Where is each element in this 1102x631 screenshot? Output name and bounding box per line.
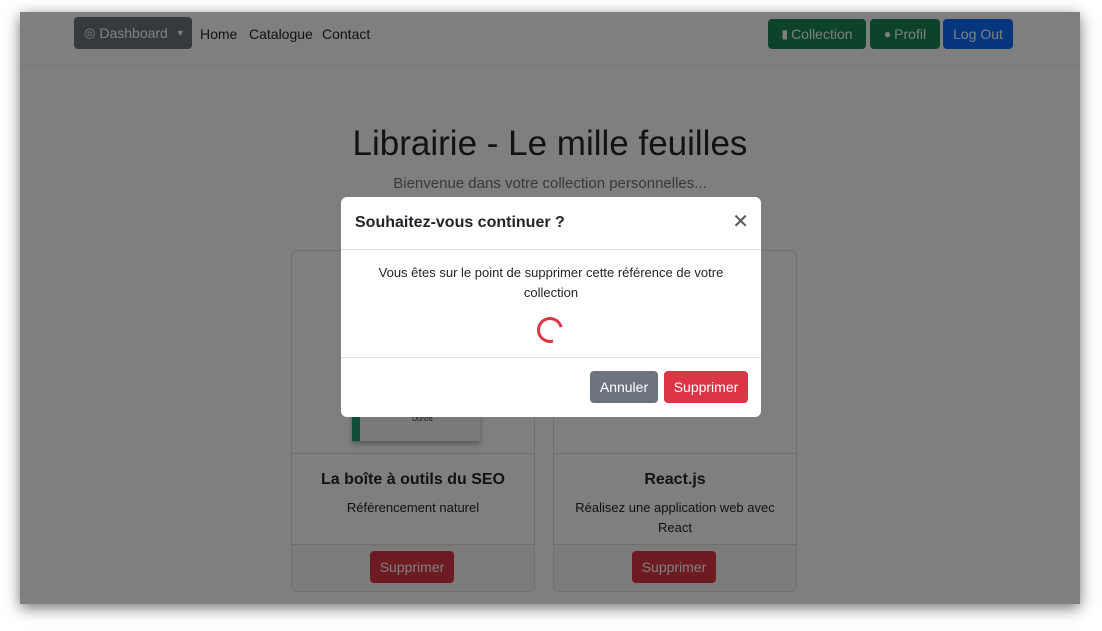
app-window: ◎ Dashboard ▼ Home Catalogue Contact ▮ C…	[20, 12, 1080, 604]
modal-body: Vous êtes sur le point de supprimer cett…	[341, 249, 761, 358]
modal-footer: Annuler Supprimer	[341, 357, 761, 417]
close-icon[interactable]: ✕	[732, 209, 749, 234]
confirm-dialog: Souhaitez-vous continuer ? ✕ Vous êtes s…	[341, 197, 761, 417]
cancel-button[interactable]: Annuler	[590, 371, 658, 403]
modal-message: Vous êtes sur le point de supprimer cett…	[378, 265, 724, 300]
loading-spinner-icon	[532, 312, 568, 348]
modal-header: Souhaitez-vous continuer ? ✕	[341, 197, 761, 250]
confirm-delete-button[interactable]: Supprimer	[664, 371, 748, 403]
modal-title: Souhaitez-vous continuer ?	[355, 214, 565, 231]
